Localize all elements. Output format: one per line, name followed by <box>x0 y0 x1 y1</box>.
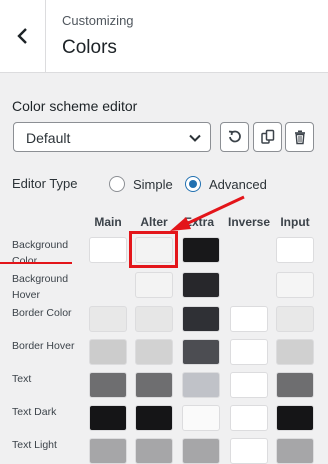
annotation-arrow <box>170 195 245 231</box>
